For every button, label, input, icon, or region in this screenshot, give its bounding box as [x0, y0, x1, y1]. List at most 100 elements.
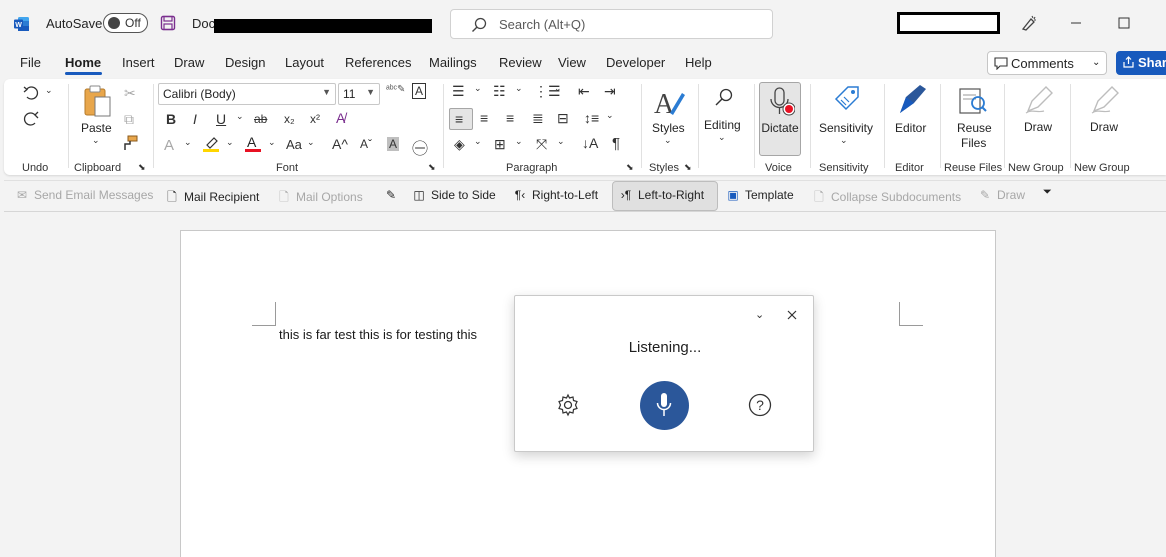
mail-recipient-button[interactable]: 🗋 Mail Recipient [164, 188, 259, 209]
minimize-icon[interactable] [1066, 13, 1086, 33]
draw-label-1[interactable]: Draw [1024, 120, 1052, 134]
paste-label[interactable]: Paste [81, 121, 112, 135]
tab-home[interactable]: Home [65, 55, 101, 70]
sensitivity-dropdown-icon[interactable]: ⌄ [840, 135, 848, 146]
side-to-side-button[interactable]: ◫ Side to Side [411, 188, 495, 202]
editing-label[interactable]: Editing [704, 118, 741, 132]
multilevel-dropdown-icon[interactable]: ⌄ [554, 83, 562, 94]
underline-icon[interactable]: U [216, 111, 226, 127]
borders-dropdown-icon[interactable]: ⌄ [515, 136, 523, 147]
borders-icon[interactable]: ⊞ [494, 136, 506, 153]
enclose-characters-icon[interactable]: ㊀ [412, 135, 428, 159]
tab-help[interactable]: Help [685, 55, 712, 70]
dictation-mic-button[interactable] [640, 381, 689, 430]
underline-dropdown-icon[interactable]: ⌄ [236, 111, 244, 122]
maximize-icon[interactable] [1114, 13, 1134, 33]
tab-references[interactable]: References [345, 55, 411, 70]
strikethrough-icon[interactable]: ab [254, 112, 267, 126]
save-icon[interactable] [160, 15, 176, 31]
paste-dropdown-icon[interactable]: ⌄ [92, 135, 100, 146]
help-icon[interactable]: ? [748, 393, 772, 417]
reuse-files-icon[interactable] [958, 85, 988, 117]
styles-dropdown-icon[interactable]: ⌄ [664, 135, 672, 146]
line-spacing-icon[interactable]: ↕≡ [584, 110, 599, 126]
close-icon[interactable] [787, 310, 797, 320]
character-border-icon[interactable]: A [412, 83, 427, 99]
change-case-abc-icon[interactable]: ᵃᵇᶜ✎ [386, 84, 405, 95]
right-to-left-button[interactable]: ¶‹ Right-to-Left [512, 188, 598, 202]
tab-insert[interactable]: Insert [122, 55, 155, 70]
distributed-icon[interactable]: ⊟ [557, 110, 569, 127]
superscript-icon[interactable]: x² [310, 112, 320, 126]
document-body-text[interactable]: this is far test this is for testing thi… [279, 327, 477, 342]
editor-icon[interactable] [896, 83, 928, 117]
sort-icon[interactable]: ↓A [582, 135, 598, 151]
align-center-icon[interactable]: ≡ [480, 110, 488, 126]
sensitivity-label[interactable]: Sensitivity [819, 121, 873, 135]
tab-review[interactable]: Review [499, 55, 542, 70]
pen-tool-button[interactable]: ✎ [383, 188, 403, 202]
grow-font-icon[interactable]: A^ [332, 136, 348, 152]
reuse-label-2[interactable]: Files [961, 136, 986, 150]
asian-layout-icon[interactable]: ⤧ [536, 136, 547, 153]
tab-developer[interactable]: Developer [606, 55, 665, 70]
undo-dropdown-icon[interactable]: ⌄ [45, 85, 53, 96]
gear-icon[interactable] [556, 393, 580, 417]
cut-icon[interactable]: ✂ [124, 85, 136, 102]
undo-icon[interactable] [22, 85, 40, 101]
sensitivity-icon[interactable] [832, 83, 862, 115]
highlight-dropdown-icon[interactable]: ⌄ [226, 137, 234, 148]
text-effects-dropdown-icon[interactable]: ⌄ [184, 137, 192, 148]
font-name-box[interactable]: Calibri (Body) ▼ [158, 83, 336, 105]
customize-qat-icon[interactable]: ⏷ [1043, 186, 1052, 199]
character-shading-icon[interactable]: A [387, 137, 400, 151]
show-marks-icon[interactable]: ¶ [612, 135, 620, 152]
redo-icon[interactable] [22, 110, 40, 128]
collapse-subdocuments-button[interactable]: 🗋 Collapse Subdocuments [811, 188, 961, 209]
justify-icon[interactable]: ≣ [532, 110, 544, 127]
subscript-icon[interactable]: x₂ [284, 112, 295, 126]
copy-icon[interactable]: ⧉ [124, 111, 134, 128]
draw-label-2[interactable]: Draw [1090, 120, 1118, 134]
tab-view[interactable]: View [558, 55, 586, 70]
paragraph-launcher-icon[interactable]: ⬊ [626, 162, 634, 173]
comments-button[interactable]: Comments ⌄ [987, 51, 1107, 75]
editor-label[interactable]: Editor [895, 121, 926, 135]
shrink-font-icon[interactable]: Aˇ [360, 137, 372, 151]
format-painter-icon[interactable] [122, 135, 138, 151]
align-left-button[interactable]: ≡ [449, 108, 473, 130]
search-box[interactable]: Search (Alt+Q) [450, 9, 773, 39]
numbering-icon[interactable]: ☷ [493, 83, 506, 100]
template-button[interactable]: ▣ Template [725, 188, 793, 202]
draw-pencil-icon[interactable] [1024, 85, 1054, 115]
designer-pen-icon[interactable] [1020, 14, 1038, 32]
styles-label[interactable]: Styles [652, 121, 685, 135]
tab-draw[interactable]: Draw [174, 55, 204, 70]
tab-layout[interactable]: Layout [285, 55, 324, 70]
text-effects-icon[interactable]: A [164, 137, 174, 154]
paste-icon[interactable] [82, 85, 112, 119]
autosave-toggle[interactable]: Off [103, 13, 148, 33]
change-case-icon[interactable]: Aa [286, 137, 302, 152]
change-case-dropdown-icon[interactable]: ⌄ [307, 137, 315, 148]
bullets-icon[interactable]: ☰ [452, 83, 465, 100]
bullets-dropdown-icon[interactable]: ⌄ [474, 83, 482, 94]
reuse-label-1[interactable]: Reuse [957, 121, 992, 135]
editing-dropdown-icon[interactable]: ⌄ [718, 132, 726, 143]
tab-mailings[interactable]: Mailings [429, 55, 477, 70]
line-spacing-dropdown-icon[interactable]: ⌄ [606, 110, 614, 121]
bold-icon[interactable]: B [166, 111, 176, 127]
send-email-button[interactable]: ✉ Send Email Messages [14, 188, 153, 202]
shading-dropdown-icon[interactable]: ⌄ [474, 136, 482, 147]
shading-icon[interactable]: ◈ [454, 136, 465, 153]
asian-layout-dropdown-icon[interactable]: ⌄ [557, 136, 565, 147]
collapse-chevron-icon[interactable]: ⌄ [755, 308, 764, 321]
tab-design[interactable]: Design [225, 55, 265, 70]
draw-qat-button[interactable]: ✎ Draw [977, 188, 1025, 202]
increase-indent-icon[interactable]: ⇥ [604, 83, 616, 100]
decrease-indent-icon[interactable]: ⇤ [578, 83, 590, 100]
styles-icon[interactable]: A [652, 85, 686, 119]
clipboard-launcher-icon[interactable]: ⬊ [138, 162, 146, 173]
numbering-dropdown-icon[interactable]: ⌄ [515, 83, 523, 94]
font-size-box[interactable]: 11 ▼ [338, 83, 380, 105]
